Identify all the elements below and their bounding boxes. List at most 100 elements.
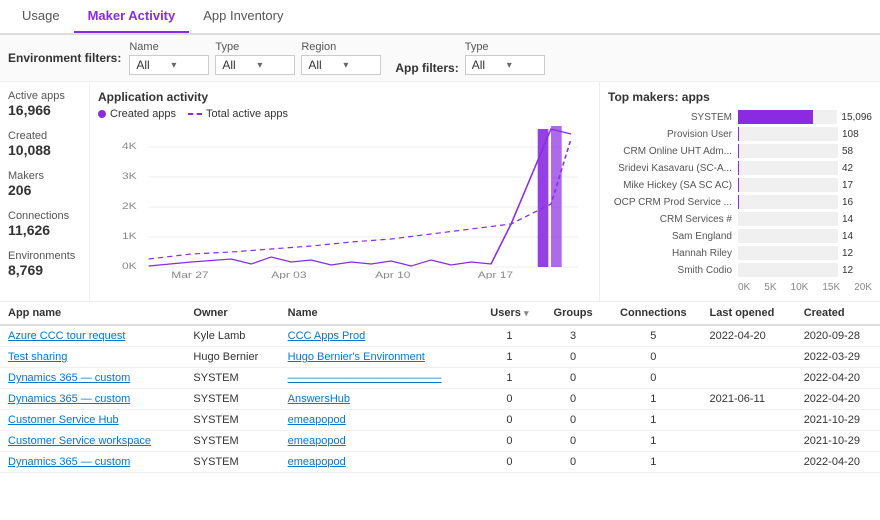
name-filter-select[interactable]: All ▾ (129, 55, 209, 75)
cell-app-name[interactable]: Customer Service workspace (0, 431, 185, 452)
cell-users: 0 (478, 431, 541, 452)
cell-name[interactable]: Hugo Bernier's Environment (280, 347, 478, 368)
cell-name[interactable]: —————————————— (280, 368, 478, 389)
cell-groups: 0 (541, 347, 605, 368)
cell-connections: 0 (605, 368, 701, 389)
cell-owner: Hugo Bernier (185, 347, 279, 368)
svg-text:0K: 0K (122, 261, 137, 271)
env-filters-label: Environment filters: (8, 51, 121, 65)
cell-name[interactable]: emeapopod (280, 452, 478, 473)
bar-track (738, 161, 838, 175)
stat-created: Created 10,088 (8, 130, 81, 158)
bar-fill (738, 127, 739, 141)
stat-active-apps: Active apps 16,966 (8, 90, 81, 118)
bar-value: 14 (842, 214, 872, 225)
bar-row: Provision User 108 (608, 127, 872, 141)
bar-row: OCP CRM Prod Service ... 16 (608, 195, 872, 209)
svg-text:1K: 1K (122, 231, 137, 241)
col-users: Users ▾ (478, 302, 541, 325)
cell-created: 2021-10-29 (796, 431, 880, 452)
cell-last-opened (702, 410, 796, 431)
bar-track (738, 195, 838, 209)
bar-row: CRM Online UHT Adm... 58 (608, 144, 872, 158)
bar-fill (738, 110, 813, 124)
table-row: Customer Service Hub SYSTEM emeapopod 0 … (0, 410, 880, 431)
bar-value: 42 (842, 163, 872, 174)
bar-value: 15,096 (841, 112, 872, 123)
tab-maker-activity[interactable]: Maker Activity (74, 0, 190, 33)
type-filter-select[interactable]: All ▾ (215, 55, 295, 75)
cell-name[interactable]: emeapopod (280, 410, 478, 431)
bar-row: Mike Hickey (SA SC AC) 17 (608, 178, 872, 192)
table-row: Dynamics 365 — custom SYSTEM AnswersHub … (0, 389, 880, 410)
col-created: Created (796, 302, 880, 325)
cell-app-name[interactable]: Dynamics 365 — custom (0, 452, 185, 473)
cell-app-name[interactable]: Test sharing (0, 347, 185, 368)
app-filters-label: App filters: (395, 61, 458, 75)
cell-users: 0 (478, 389, 541, 410)
cell-app-name[interactable]: Azure CCC tour request (0, 325, 185, 347)
cell-owner: SYSTEM (185, 431, 279, 452)
cell-owner: Kyle Lamb (185, 325, 279, 347)
app-activity-chart: Application activity Created apps Total … (90, 82, 600, 301)
bar-value: 108 (842, 129, 872, 140)
bar-name: Mike Hickey (SA SC AC) (608, 180, 738, 191)
table-wrapper: App name Owner Name Users ▾ Groups Conne… (0, 302, 880, 519)
tab-usage[interactable]: Usage (8, 0, 74, 33)
tab-app-inventory[interactable]: App Inventory (189, 0, 297, 33)
cell-last-opened (702, 347, 796, 368)
type-filter-label: Type (215, 41, 295, 53)
bar-name: CRM Services # (608, 214, 738, 225)
name-filter-label: Name (129, 41, 209, 53)
cell-connections: 5 (605, 325, 701, 347)
bar-row: Smith Codio 12 (608, 263, 872, 277)
name-filter-group: Name All ▾ (129, 41, 209, 75)
cell-created: 2022-03-29 (796, 347, 880, 368)
top-makers-title: Top makers: apps (608, 90, 872, 104)
bar-name: Sam England (608, 231, 738, 242)
cell-name[interactable]: CCC Apps Prod (280, 325, 478, 347)
legend-total: Total active apps (188, 108, 288, 120)
cell-connections: 1 (605, 410, 701, 431)
cell-created: 2020-09-28 (796, 325, 880, 347)
stat-makers: Makers 206 (8, 170, 81, 198)
cell-users: 1 (478, 325, 541, 347)
table-row: Dynamics 365 — custom SYSTEM ———————————… (0, 368, 880, 389)
cell-app-name[interactable]: Customer Service Hub (0, 410, 185, 431)
app-type-filter-select[interactable]: All ▾ (465, 55, 545, 75)
col-name: Name (280, 302, 478, 325)
cell-owner: SYSTEM (185, 410, 279, 431)
bar-name: SYSTEM (608, 112, 738, 123)
bar-track (738, 110, 837, 124)
cell-created: 2021-10-29 (796, 410, 880, 431)
col-groups: Groups (541, 302, 605, 325)
col-owner: Owner (185, 302, 279, 325)
cell-users: 1 (478, 368, 541, 389)
cell-name[interactable]: emeapopod (280, 431, 478, 452)
cell-connections: 1 (605, 389, 701, 410)
cell-users: 0 (478, 410, 541, 431)
cell-created: 2022-04-20 (796, 389, 880, 410)
region-filter-select[interactable]: All ▾ (301, 55, 381, 75)
name-filter-chevron: ▾ (171, 60, 202, 71)
table-row: Azure CCC tour request Kyle Lamb CCC App… (0, 325, 880, 347)
cell-name[interactable]: AnswersHub (280, 389, 478, 410)
svg-text:Apr 17: Apr 17 (478, 270, 513, 279)
svg-text:Mar 27: Mar 27 (171, 270, 208, 279)
stat-connections: Connections 11,626 (8, 210, 81, 238)
cell-connections: 1 (605, 431, 701, 452)
bar-name: Provision User (608, 129, 738, 140)
bar-value: 16 (842, 197, 872, 208)
filter-bar: Environment filters: Name All ▾ Type All… (0, 35, 880, 82)
cell-app-name[interactable]: Dynamics 365 — custom (0, 389, 185, 410)
svg-text:3K: 3K (122, 171, 137, 181)
type-filter-group: Type All ▾ (215, 41, 295, 75)
cell-app-name[interactable]: Dynamics 365 — custom (0, 368, 185, 389)
bar-track (738, 144, 838, 158)
region-filter-label: Region (301, 41, 381, 53)
bar-name: Sridevi Kasavaru (SC-A... (608, 163, 738, 174)
type-filter-chevron: ▾ (257, 60, 288, 71)
bar-value: 14 (842, 231, 872, 242)
bar-row: CRM Services # 14 (608, 212, 872, 226)
legend-created: Created apps (98, 108, 176, 120)
